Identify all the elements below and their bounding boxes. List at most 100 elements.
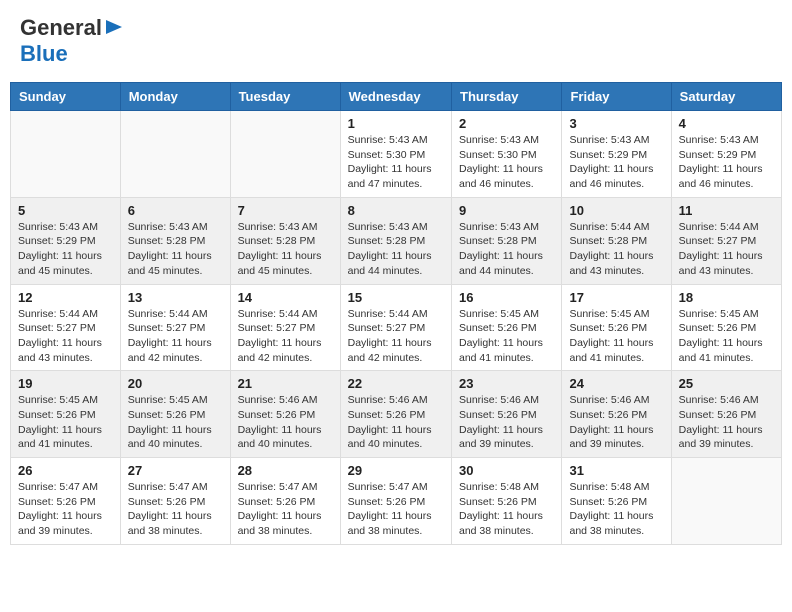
calendar-table: SundayMondayTuesdayWednesdayThursdayFrid…	[10, 82, 782, 545]
calendar-week-row: 12 Sunrise: 5:44 AM Sunset: 5:27 PM Dayli…	[11, 284, 782, 371]
day-number: 2	[459, 116, 554, 131]
day-info: Sunrise: 5:45 AM Sunset: 5:26 PM Dayligh…	[128, 393, 223, 452]
logo-text: General Blue	[20, 15, 124, 67]
day-info: Sunrise: 5:47 AM Sunset: 5:26 PM Dayligh…	[18, 480, 113, 539]
calendar-day-cell: 7 Sunrise: 5:43 AM Sunset: 5:28 PM Daylig…	[230, 197, 340, 284]
calendar-day-cell: 30Sunrise: 5:48 AM Sunset: 5:26 PM Dayli…	[452, 458, 562, 545]
logo-flag-icon	[104, 17, 124, 37]
calendar-day-cell: 20 Sunrise: 5:45 AM Sunset: 5:26 PM Dayli…	[120, 371, 230, 458]
day-info: Sunrise: 5:46 AM Sunset: 5:26 PM Dayligh…	[459, 393, 554, 452]
calendar-day-cell	[230, 111, 340, 198]
calendar-day-cell: 14Sunrise: 5:44 AM Sunset: 5:27 PM Dayli…	[230, 284, 340, 371]
day-number: 3	[569, 116, 663, 131]
day-number: 4	[679, 116, 774, 131]
day-number: 7	[238, 203, 333, 218]
day-info: Sunrise: 5:45 AM Sunset: 5:26 PM Dayligh…	[679, 307, 774, 366]
calendar-day-cell: 18 Sunrise: 5:45 AM Sunset: 5:26 PM Dayli…	[671, 284, 781, 371]
day-number: 15	[348, 290, 444, 305]
day-number: 19	[18, 376, 113, 391]
calendar-day-cell: 16Sunrise: 5:45 AM Sunset: 5:26 PM Dayli…	[452, 284, 562, 371]
day-number: 13	[128, 290, 223, 305]
day-number: 11	[679, 203, 774, 218]
calendar-day-cell: 8Sunrise: 5:43 AM Sunset: 5:28 PM Daylig…	[340, 197, 451, 284]
calendar-week-row: 26 Sunrise: 5:47 AM Sunset: 5:26 PM Dayli…	[11, 458, 782, 545]
calendar-day-cell: 29Sunrise: 5:47 AM Sunset: 5:26 PM Dayli…	[340, 458, 451, 545]
day-info: Sunrise: 5:44 AM Sunset: 5:27 PM Dayligh…	[18, 307, 113, 366]
calendar-day-cell: 15 Sunrise: 5:44 AM Sunset: 5:27 PM Dayli…	[340, 284, 451, 371]
calendar-day-cell: 26 Sunrise: 5:47 AM Sunset: 5:26 PM Dayli…	[11, 458, 121, 545]
calendar-day-cell: 1Sunrise: 5:43 AM Sunset: 5:30 PM Daylig…	[340, 111, 451, 198]
logo: General Blue	[20, 15, 124, 67]
day-info: Sunrise: 5:46 AM Sunset: 5:26 PM Dayligh…	[238, 393, 333, 452]
day-info: Sunrise: 5:45 AM Sunset: 5:26 PM Dayligh…	[569, 307, 663, 366]
day-number: 23	[459, 376, 554, 391]
calendar-day-cell: 3 Sunrise: 5:43 AM Sunset: 5:29 PM Daylig…	[562, 111, 671, 198]
calendar-day-cell	[671, 458, 781, 545]
day-info: Sunrise: 5:44 AM Sunset: 5:27 PM Dayligh…	[128, 307, 223, 366]
day-info: Sunrise: 5:44 AM Sunset: 5:27 PM Dayligh…	[348, 307, 444, 366]
day-of-week-header: Sunday	[11, 83, 121, 111]
day-info: Sunrise: 5:46 AM Sunset: 5:26 PM Dayligh…	[348, 393, 444, 452]
day-number: 6	[128, 203, 223, 218]
day-number: 26	[18, 463, 113, 478]
logo-general: General	[20, 15, 102, 41]
day-info: Sunrise: 5:46 AM Sunset: 5:26 PM Dayligh…	[569, 393, 663, 452]
day-number: 16	[459, 290, 554, 305]
day-number: 18	[679, 290, 774, 305]
day-number: 12	[18, 290, 113, 305]
day-info: Sunrise: 5:45 AM Sunset: 5:26 PM Dayligh…	[18, 393, 113, 452]
calendar-day-cell: 21 Sunrise: 5:46 AM Sunset: 5:26 PM Dayli…	[230, 371, 340, 458]
day-info: Sunrise: 5:43 AM Sunset: 5:28 PM Dayligh…	[238, 220, 333, 279]
day-number: 5	[18, 203, 113, 218]
day-number: 25	[679, 376, 774, 391]
calendar-day-cell: 6 Sunrise: 5:43 AM Sunset: 5:28 PM Daylig…	[120, 197, 230, 284]
day-info: Sunrise: 5:43 AM Sunset: 5:30 PM Dayligh…	[348, 133, 444, 192]
day-info: Sunrise: 5:47 AM Sunset: 5:26 PM Dayligh…	[128, 480, 223, 539]
calendar-day-cell: 22 Sunrise: 5:46 AM Sunset: 5:26 PM Dayli…	[340, 371, 451, 458]
day-number: 8	[348, 203, 444, 218]
calendar-header-row: SundayMondayTuesdayWednesdayThursdayFrid…	[11, 83, 782, 111]
day-info: Sunrise: 5:43 AM Sunset: 5:28 PM Dayligh…	[128, 220, 223, 279]
day-number: 29	[348, 463, 444, 478]
day-number: 21	[238, 376, 333, 391]
calendar-week-row: 19 Sunrise: 5:45 AM Sunset: 5:26 PM Dayli…	[11, 371, 782, 458]
calendar-day-cell: 12 Sunrise: 5:44 AM Sunset: 5:27 PM Dayli…	[11, 284, 121, 371]
calendar-day-cell: 9 Sunrise: 5:43 AM Sunset: 5:28 PM Daylig…	[452, 197, 562, 284]
day-info: Sunrise: 5:44 AM Sunset: 5:27 PM Dayligh…	[679, 220, 774, 279]
day-of-week-header: Friday	[562, 83, 671, 111]
day-number: 9	[459, 203, 554, 218]
day-info: Sunrise: 5:43 AM Sunset: 5:29 PM Dayligh…	[569, 133, 663, 192]
day-of-week-header: Thursday	[452, 83, 562, 111]
calendar-day-cell: 25 Sunrise: 5:46 AM Sunset: 5:26 PM Dayli…	[671, 371, 781, 458]
day-of-week-header: Wednesday	[340, 83, 451, 111]
calendar-day-cell: 28 Sunrise: 5:47 AM Sunset: 5:26 PM Dayli…	[230, 458, 340, 545]
day-number: 17	[569, 290, 663, 305]
day-info: Sunrise: 5:47 AM Sunset: 5:26 PM Dayligh…	[238, 480, 333, 539]
calendar-day-cell: 10 Sunrise: 5:44 AM Sunset: 5:28 PM Dayli…	[562, 197, 671, 284]
page-header: General Blue	[10, 10, 782, 72]
day-number: 24	[569, 376, 663, 391]
calendar-day-cell: 11 Sunrise: 5:44 AM Sunset: 5:27 PM Dayli…	[671, 197, 781, 284]
logo-blue: Blue	[20, 41, 68, 66]
day-of-week-header: Saturday	[671, 83, 781, 111]
calendar-day-cell: 19 Sunrise: 5:45 AM Sunset: 5:26 PM Dayli…	[11, 371, 121, 458]
day-info: Sunrise: 5:43 AM Sunset: 5:29 PM Dayligh…	[679, 133, 774, 192]
day-info: Sunrise: 5:44 AM Sunset: 5:28 PM Dayligh…	[569, 220, 663, 279]
calendar-day-cell: 17 Sunrise: 5:45 AM Sunset: 5:26 PM Dayli…	[562, 284, 671, 371]
day-number: 14	[238, 290, 333, 305]
day-info: Sunrise: 5:43 AM Sunset: 5:28 PM Dayligh…	[459, 220, 554, 279]
day-number: 10	[569, 203, 663, 218]
day-number: 22	[348, 376, 444, 391]
calendar-day-cell	[11, 111, 121, 198]
day-info: Sunrise: 5:46 AM Sunset: 5:26 PM Dayligh…	[679, 393, 774, 452]
calendar-day-cell: 27Sunrise: 5:47 AM Sunset: 5:26 PM Dayli…	[120, 458, 230, 545]
day-number: 30	[459, 463, 554, 478]
day-number: 20	[128, 376, 223, 391]
day-number: 31	[569, 463, 663, 478]
calendar-day-cell: 24 Sunrise: 5:46 AM Sunset: 5:26 PM Dayli…	[562, 371, 671, 458]
day-number: 28	[238, 463, 333, 478]
calendar-day-cell: 4 Sunrise: 5:43 AM Sunset: 5:29 PM Daylig…	[671, 111, 781, 198]
day-of-week-header: Monday	[120, 83, 230, 111]
calendar-day-cell: 23 Sunrise: 5:46 AM Sunset: 5:26 PM Dayli…	[452, 371, 562, 458]
day-info: Sunrise: 5:43 AM Sunset: 5:29 PM Dayligh…	[18, 220, 113, 279]
